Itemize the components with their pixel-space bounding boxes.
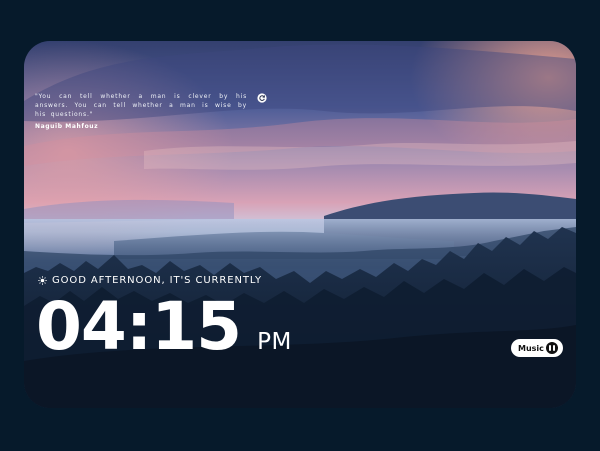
greeting-text: GOOD AFTERNOON, IT'S CURRENTLY <box>52 275 263 286</box>
clock-period: PM <box>257 329 292 355</box>
clock: 04:15 PM <box>36 288 292 366</box>
pause-bar-left <box>549 345 551 351</box>
greeting: GOOD AFTERNOON, IT'S CURRENTLY <box>38 275 262 286</box>
quote-text: "You can tell whether a man is clever by… <box>35 93 247 118</box>
background-card: "You can tell whether a man is clever by… <box>24 41 576 408</box>
clock-time: 04:15 <box>36 288 242 365</box>
music-button[interactable]: Music <box>511 339 563 357</box>
refresh-quote-button[interactable] <box>256 92 267 103</box>
refresh-icon <box>256 92 267 103</box>
pause-bar-right <box>553 345 555 351</box>
quote-author: Naguib Mahfouz <box>35 123 99 130</box>
music-label: Music <box>518 343 544 353</box>
sun-icon <box>38 276 47 285</box>
page: "You can tell whether a man is clever by… <box>0 0 600 451</box>
pause-icon <box>546 342 558 354</box>
